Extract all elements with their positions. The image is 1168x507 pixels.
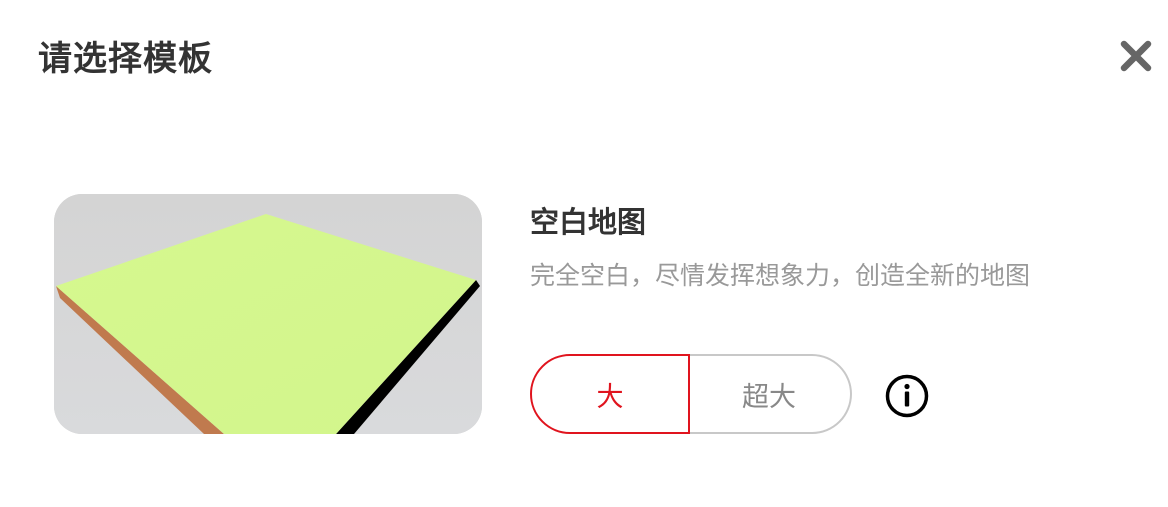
- map-size-toggle: 大 超大: [530, 354, 852, 434]
- template-thumbnail[interactable]: [54, 194, 482, 434]
- info-icon: [885, 374, 929, 418]
- dialog-title: 请选择模板: [38, 39, 213, 79]
- template-description: 完全空白，尽情发挥想象力，创造全新的地图: [530, 261, 1031, 290]
- blank-map-terrain-icon: [54, 194, 482, 434]
- template-card-blank-map: 空白地图 完全空白，尽情发挥想象力，创造全新的地图 大 超大: [54, 194, 1114, 434]
- size-info-button[interactable]: [885, 374, 929, 418]
- template-name: 空白地图: [530, 205, 647, 239]
- template-select-dialog: 请选择模板 空白地图 完全空白，尽情发挥想象力，创造全新的地图 大 超大: [0, 0, 1168, 507]
- size-option-large[interactable]: 大: [530, 354, 690, 434]
- close-button[interactable]: [1118, 38, 1154, 74]
- size-option-extra-large[interactable]: 超大: [688, 354, 852, 434]
- close-icon: [1120, 40, 1152, 72]
